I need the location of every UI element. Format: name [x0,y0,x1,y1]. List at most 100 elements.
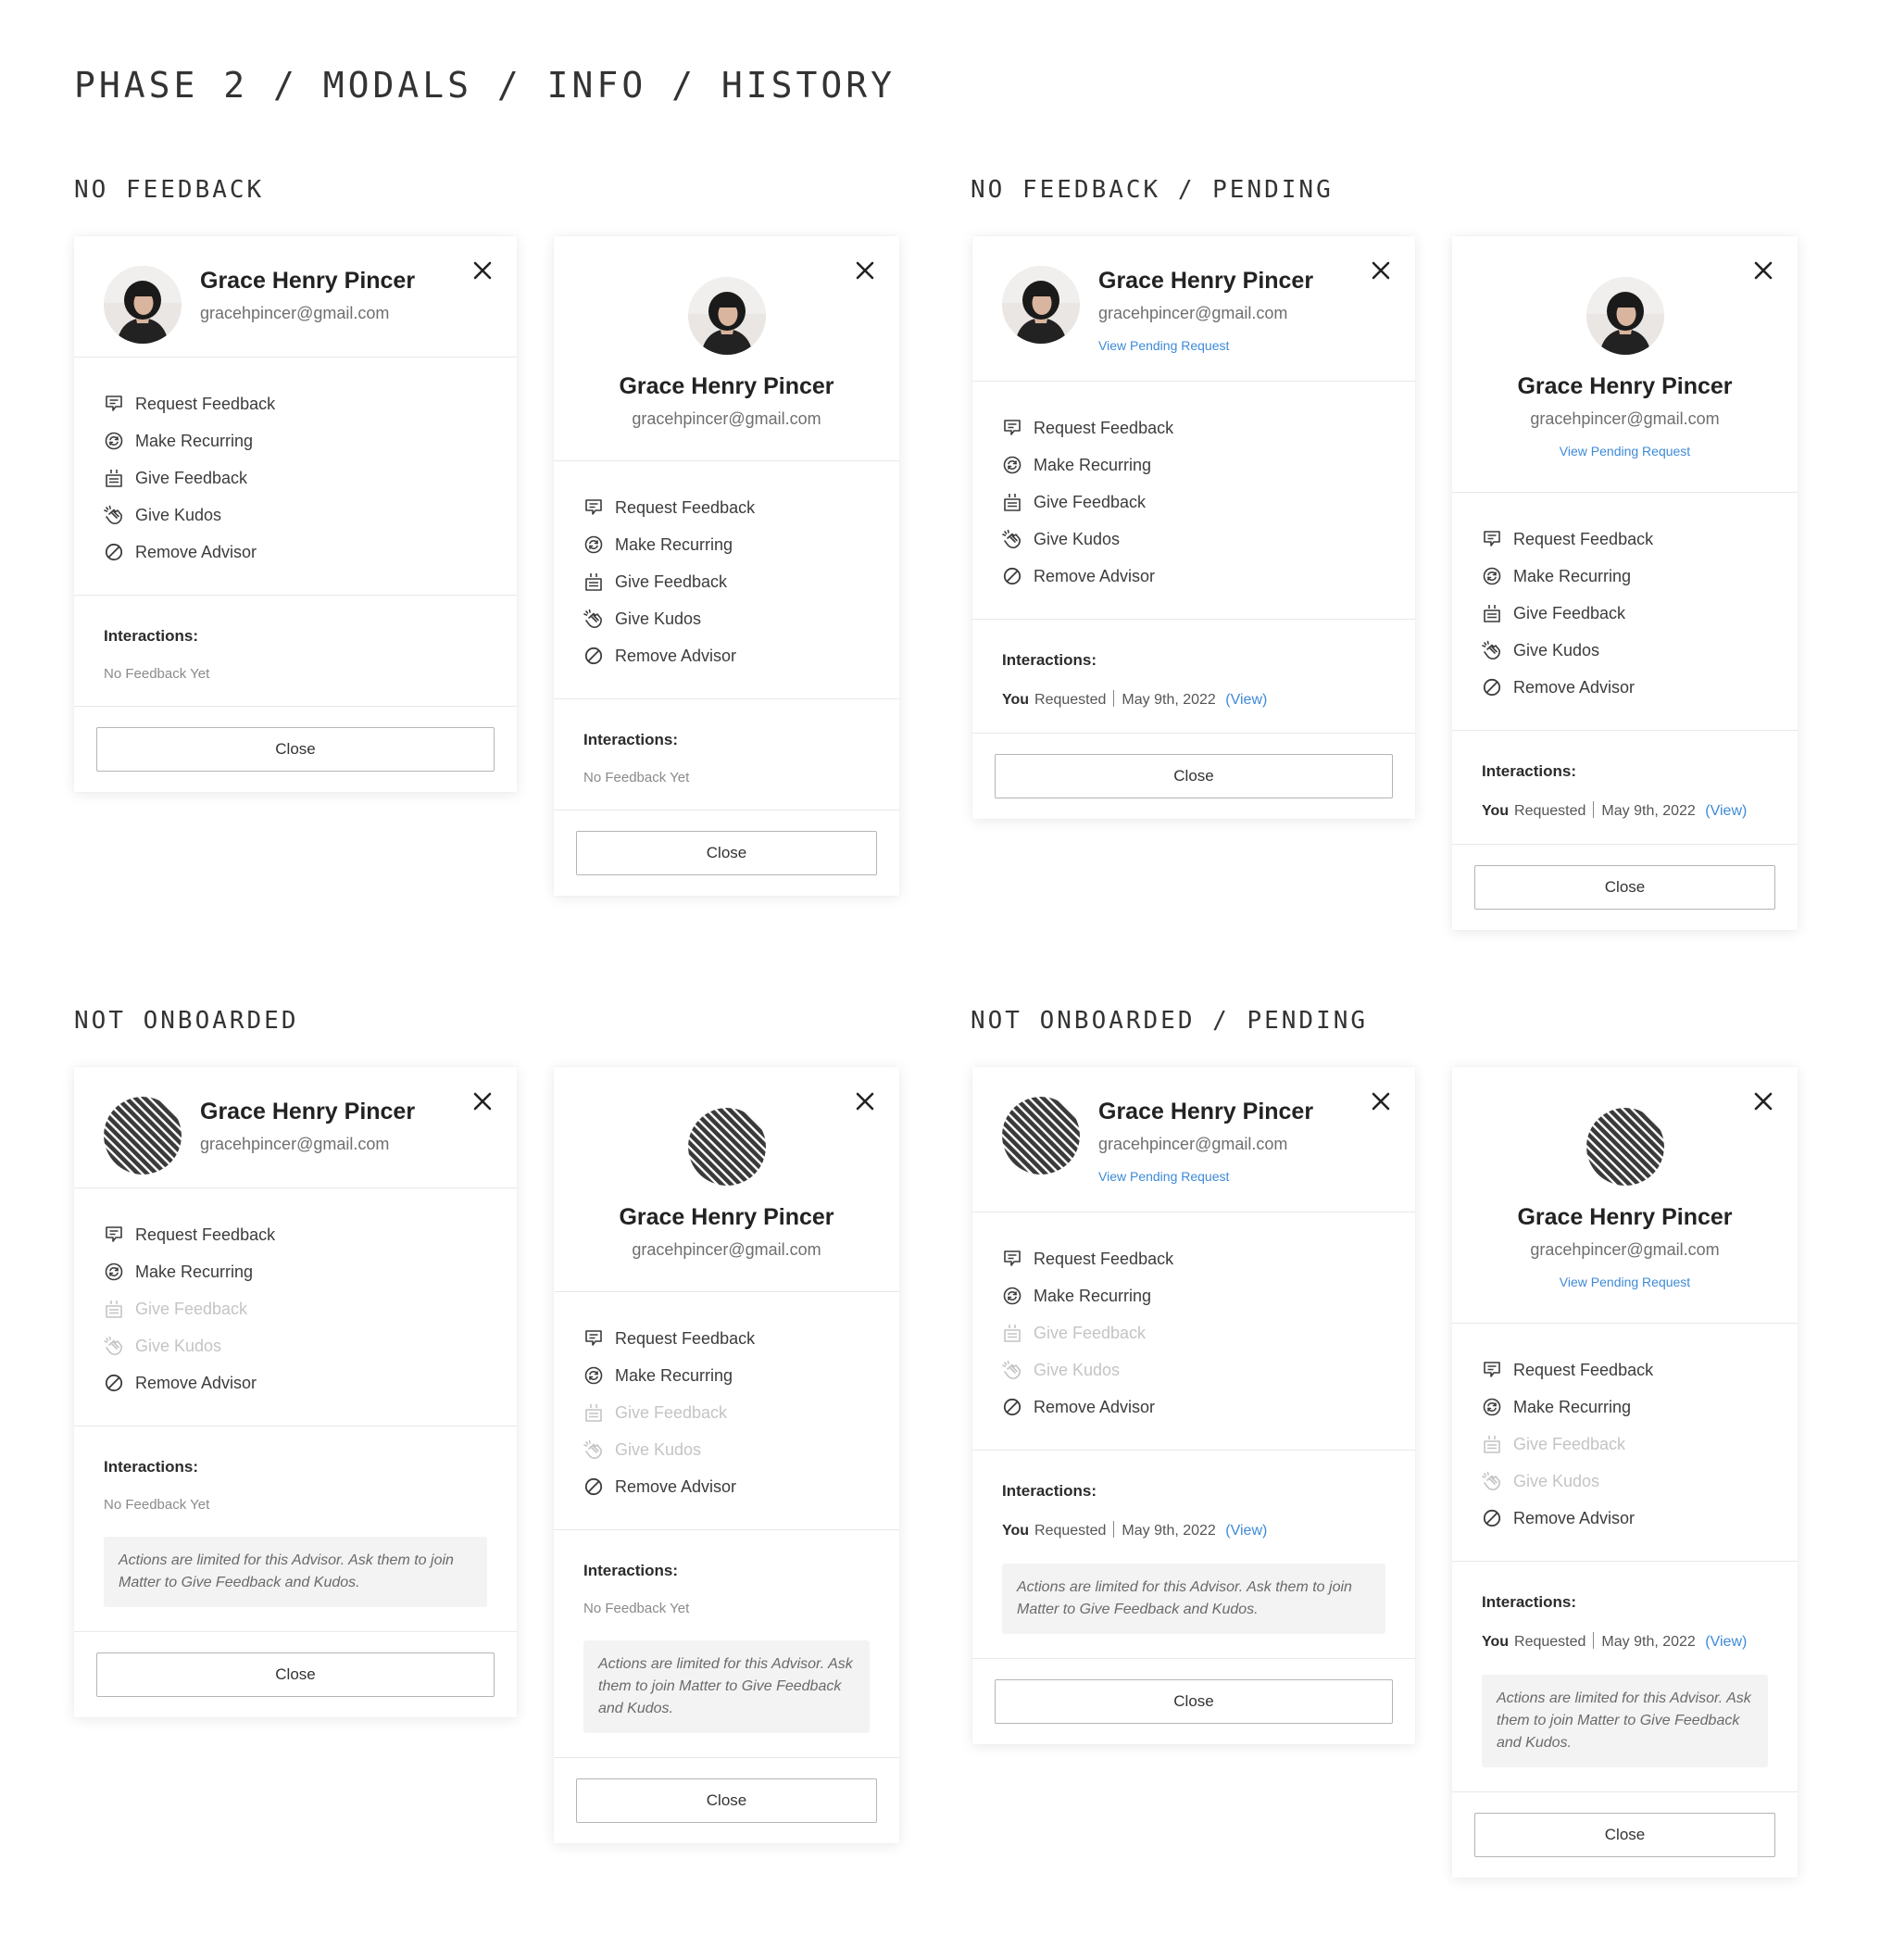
make-recurring-action[interactable]: Make Recurring [104,422,487,459]
request-feedback-action[interactable]: Request Feedback [104,1216,487,1253]
modal-header: Grace Henry Pincer gracehpincer@gmail.com [74,236,517,358]
close-button[interactable]: Close [995,1679,1393,1724]
make-recurring-action[interactable]: Make Recurring [583,1357,870,1394]
request-feedback-action[interactable]: Request Feedback [583,1320,870,1357]
give-feedback-action[interactable]: Give Feedback [1482,595,1768,632]
close-button[interactable]: Close [96,727,495,772]
action-label: Remove Advisor [1034,566,1156,585]
close-button[interactable]: Close [576,1778,877,1823]
close-button[interactable]: Close [1474,865,1775,910]
avatar [687,1108,766,1186]
close-button[interactable]: Close [96,1652,495,1697]
make-recurring-action[interactable]: Make Recurring [1002,1277,1385,1314]
give-feedback-action: Give Feedback [583,1394,870,1431]
advisor-info-modal: Grace Henry Pincer gracehpincer@gmail.com… [74,1067,517,1717]
modal-footer: Close [74,1632,517,1717]
view-pending-request-link[interactable]: View Pending Request [1098,1169,1385,1184]
view-interaction-link[interactable]: View [1231,692,1262,708]
modal-footer: Close [972,734,1415,819]
request-feedback-action[interactable]: Request Feedback [1002,409,1385,446]
request-feedback-action[interactable]: Request Feedback [1002,1240,1385,1277]
interactions-label: Interactions: [1482,762,1577,780]
close-button[interactable]: Close [1474,1813,1775,1857]
remove-advisor-action[interactable]: Remove Advisor [1482,1500,1768,1537]
request-feedback-action[interactable]: Request Feedback [104,385,487,422]
action-label: Request Feedback [135,1225,276,1244]
action-label: Request Feedback [1034,1249,1174,1268]
interactions-label: Interactions: [583,1562,679,1579]
advisor-email: gracehpincer@gmail.com [200,304,390,322]
remove-advisor-action[interactable]: Remove Advisor [583,637,870,674]
modal-footer: Close [972,1659,1415,1744]
give-feedback-action[interactable]: Give Feedback [583,563,870,600]
give-feedback-action: Give Feedback [1482,1426,1768,1463]
close-icon[interactable] [851,257,879,284]
give-kudos-action[interactable]: Give Kudos [1482,632,1768,669]
give-feedback-icon [104,1299,124,1319]
give-feedback-action[interactable]: Give Feedback [104,459,487,496]
remove-advisor-action[interactable]: Remove Advisor [1002,558,1385,595]
action-label: Make Recurring [135,1262,254,1281]
action-label: Make Recurring [1513,566,1632,585]
request-feedback-action[interactable]: Request Feedback [1482,521,1768,558]
remove-advisor-action[interactable]: Remove Advisor [583,1468,870,1505]
make-recurring-action[interactable]: Make Recurring [1482,558,1768,595]
view-interaction-link[interactable]: View [1711,803,1742,819]
remove-advisor-action[interactable]: Remove Advisor [104,534,487,571]
view-pending-request-link[interactable]: View Pending Request [1098,338,1385,353]
give-kudos-action[interactable]: Give Kudos [104,496,487,534]
close-button[interactable]: Close [995,754,1393,798]
request-feedback-action[interactable]: Request Feedback [1482,1351,1768,1388]
make-recurring-action[interactable]: Make Recurring [104,1253,487,1290]
interactions-label: Interactions: [583,731,679,748]
view-interaction-link[interactable]: View [1231,1523,1262,1539]
make-recurring-action[interactable]: Make Recurring [1482,1388,1768,1426]
modal-header: Grace Henry Pincer gracehpincer@gmail.com [554,236,899,461]
view-pending-request-link[interactable]: View Pending Request [1452,1275,1798,1289]
view-pending-request-link[interactable]: View Pending Request [1452,444,1798,459]
give-feedback-action[interactable]: Give Feedback [1002,484,1385,521]
action-label: Request Feedback [1513,529,1654,548]
advisor-email: gracehpincer@gmail.com [200,1135,390,1153]
close-icon[interactable] [1749,1087,1777,1115]
interaction-type: Requested [1034,1523,1107,1539]
interaction-date: May 9th, 2022 [1122,1523,1216,1539]
make-recurring-action[interactable]: Make Recurring [583,526,870,563]
advisor-info-modal: Grace Henry Pincer gracehpincer@gmail.com… [74,236,517,792]
modal-footer: Close [74,707,517,792]
view-paren-close: ) [1742,1634,1748,1650]
give-feedback-icon [1482,603,1502,623]
request-feedback-icon [583,497,604,518]
advisor-email: gracehpincer@gmail.com [632,1240,821,1259]
remove-advisor-action[interactable]: Remove Advisor [1002,1388,1385,1426]
action-list: Request Feedback Make Recurring Give Feedb… [1452,493,1798,731]
close-icon[interactable] [1749,257,1777,284]
interactions-label: Interactions: [1002,1482,1097,1500]
avatar [1002,266,1080,344]
advisor-name: Grace Henry Pincer [200,268,416,294]
remove-advisor-action[interactable]: Remove Advisor [104,1364,487,1401]
remove-circle-icon [583,1476,604,1497]
limited-actions-note: Actions are limited for this Advisor. As… [104,1537,487,1607]
advisor-name: Grace Henry Pincer [1098,268,1314,294]
interaction-date: May 9th, 2022 [1601,1634,1696,1650]
interaction-entry: You Requested May 9th, 2022 (View) [1482,1632,1768,1651]
action-label: Give Feedback [1034,1323,1147,1342]
give-feedback-action: Give Feedback [104,1290,487,1327]
action-label: Give Kudos [1034,529,1121,548]
give-kudos-action[interactable]: Give Kudos [1002,521,1385,558]
remove-advisor-action[interactable]: Remove Advisor [1482,669,1768,706]
view-interaction-link[interactable]: View [1711,1634,1742,1650]
request-feedback-action[interactable]: Request Feedback [583,489,870,526]
give-kudos-action[interactable]: Give Kudos [583,600,870,637]
make-recurring-action[interactable]: Make Recurring [1002,446,1385,484]
avatar [1585,277,1664,355]
close-icon[interactable] [851,1087,879,1115]
no-feedback-text: No Feedback Yet [104,666,210,682]
action-label: Make Recurring [615,534,733,554]
close-button[interactable]: Close [576,831,877,875]
interaction-type: Requested [1514,803,1586,819]
advisor-email: gracehpincer@gmail.com [1530,409,1720,428]
advisor-email: gracehpincer@gmail.com [632,409,821,428]
interaction-actor: You [1482,803,1510,819]
